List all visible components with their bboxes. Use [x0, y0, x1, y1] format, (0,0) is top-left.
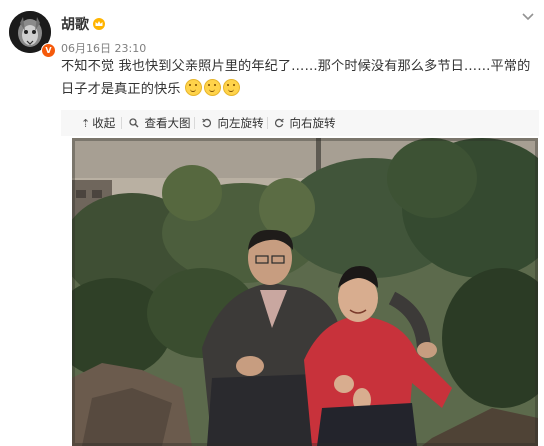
crown-icon	[93, 18, 105, 30]
media-toolbar: ⇡ 收起 查看大图 向左旋转 向右旋转	[61, 110, 539, 136]
rotate-left-icon	[202, 117, 216, 130]
divider	[194, 117, 195, 129]
smile-emoji-icon	[222, 79, 240, 96]
username[interactable]: 胡歌	[61, 14, 89, 34]
rotate-right-button[interactable]: 向右旋转	[274, 110, 336, 136]
post-timestamp[interactable]: 06月16日 23:10	[61, 40, 146, 56]
rotate-left-button[interactable]: 向左旋转	[202, 110, 264, 136]
smile-emoji-icon	[184, 79, 202, 96]
view-large-label: 查看大图	[144, 116, 191, 130]
rotate-right-icon	[274, 117, 288, 130]
post-text: 不知不觉 我也快到父亲照片里的年纪了……那个时候没有那么多节日……平常的日子才是…	[61, 55, 541, 101]
collapse-button[interactable]: ⇡ 收起	[81, 110, 115, 136]
verified-badge-icon: V	[41, 43, 56, 58]
collapse-label: 收起	[92, 116, 116, 130]
divider	[267, 117, 268, 129]
view-large-button[interactable]: 查看大图	[129, 110, 191, 136]
divider	[121, 117, 122, 129]
arrow-up-icon: ⇡	[81, 117, 91, 130]
rotate-left-label: 向左旋转	[217, 116, 264, 130]
smile-emoji-icon	[203, 79, 221, 96]
search-icon	[129, 117, 143, 130]
chevron-down-icon[interactable]	[518, 8, 538, 26]
post-photo[interactable]	[72, 138, 538, 446]
rotate-right-label: 向右旋转	[289, 116, 336, 130]
post-body: 不知不觉 我也快到父亲照片里的年纪了……那个时候没有那么多节日……平常的日子才是…	[61, 59, 531, 97]
